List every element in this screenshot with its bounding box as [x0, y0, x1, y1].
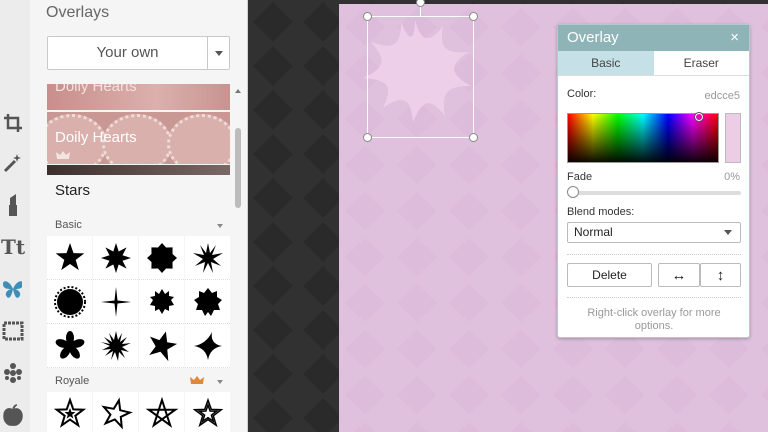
- blend-mode-value: Normal: [574, 225, 613, 239]
- color-swatch: [725, 113, 741, 163]
- overlay-library-list[interactable]: Doily Hearts Doily Hearts Stars Basic Ro…: [47, 84, 230, 432]
- group-header-basic[interactable]: Basic: [47, 218, 230, 234]
- texture-icon[interactable]: [0, 358, 26, 388]
- section-title-stars: Stars: [55, 182, 91, 199]
- star-outline-royale[interactable]: [185, 392, 230, 432]
- fade-slider[interactable]: [571, 191, 741, 195]
- resize-handle-top-left[interactable]: [363, 12, 372, 21]
- flip-vertical-button[interactable]: ↕: [700, 263, 741, 287]
- text-icon[interactable]: Tt: [0, 232, 26, 262]
- divider: [567, 297, 741, 298]
- flip-horizontal-button[interactable]: ↔: [658, 263, 700, 287]
- tab-basic[interactable]: Basic: [558, 51, 654, 75]
- crown-icon: [190, 376, 204, 384]
- star-round-seal[interactable]: [47, 280, 92, 324]
- overlays-panel: Overlays Your own Doily Hearts Doily Hea…: [30, 0, 248, 432]
- blend-label: Blend modes:: [567, 206, 635, 218]
- source-select[interactable]: Your own: [47, 36, 230, 70]
- resize-handle-top-right[interactable]: [469, 12, 478, 21]
- crown-icon: [56, 151, 70, 159]
- thumbnail-label: Doily Hearts: [55, 84, 137, 95]
- crop-icon[interactable]: [0, 108, 26, 138]
- overlay-dialog: Overlay × Basic Eraser Color: edcce5 Fad…: [557, 24, 750, 338]
- divider: [567, 254, 741, 255]
- fade-slider-handle[interactable]: [567, 186, 579, 198]
- delete-button[interactable]: Delete: [567, 263, 652, 287]
- overlay-thumbnail[interactable]: Doily Hearts: [47, 84, 230, 110]
- chevron-down-icon[interactable]: [207, 37, 229, 69]
- chevron-down-icon: [724, 230, 732, 235]
- scallop-decoration: [167, 114, 230, 164]
- overlay-selection-box[interactable]: [363, 0, 478, 142]
- star-16-point[interactable]: [93, 324, 138, 368]
- group-header-royale[interactable]: Royale: [47, 374, 230, 390]
- star-burst-thin[interactable]: [185, 236, 230, 280]
- star-pinwheel[interactable]: [139, 324, 184, 368]
- color-picker-handle[interactable]: [694, 112, 704, 122]
- chevron-down-icon[interactable]: [217, 224, 223, 228]
- panel-title: Overlays: [46, 4, 110, 21]
- resize-handle-bottom-left[interactable]: [363, 133, 372, 142]
- frame-icon[interactable]: [0, 316, 26, 346]
- color-hex-value: edcce5: [704, 90, 740, 102]
- overlay-thumbnail[interactable]: [47, 165, 230, 175]
- star-grid-royale: [47, 392, 230, 432]
- tab-eraser[interactable]: Eraser: [654, 51, 750, 75]
- scroll-up-icon[interactable]: [235, 89, 241, 93]
- lipstick-icon[interactable]: [0, 190, 26, 220]
- fade-label: Fade: [567, 171, 593, 183]
- dialog-header[interactable]: Overlay ×: [558, 25, 749, 51]
- color-spectrum[interactable]: [567, 112, 719, 163]
- thumbnail-label: Doily Hearts: [55, 129, 137, 146]
- library-scrollbar[interactable]: [235, 86, 241, 432]
- star-flower[interactable]: [47, 324, 92, 368]
- source-select-label: Your own: [96, 44, 159, 61]
- magic-wand-icon[interactable]: [0, 148, 26, 178]
- group-label: Basic: [55, 219, 82, 231]
- scrollbar-thumb[interactable]: [235, 128, 241, 208]
- star-4-point-curved[interactable]: [185, 324, 230, 368]
- star-seal[interactable]: [139, 236, 184, 280]
- color-label: Color:: [567, 88, 597, 100]
- star-outline-royale[interactable]: [139, 392, 184, 432]
- tool-rail: Tt: [0, 0, 30, 432]
- dialog-hint: Right-click overlay for more options.: [587, 307, 721, 332]
- star-8-point[interactable]: [93, 236, 138, 280]
- dialog-title: Overlay: [567, 29, 619, 46]
- star-outline-royale[interactable]: [47, 392, 92, 432]
- resize-handle-bottom-right[interactable]: [469, 133, 478, 142]
- star-outline-royale[interactable]: [93, 392, 138, 432]
- star-12-point[interactable]: [139, 280, 184, 324]
- apple-icon[interactable]: [0, 400, 26, 430]
- group-label: Royale: [55, 375, 90, 387]
- star-grid-basic: [47, 236, 230, 368]
- fade-value: 0%: [724, 171, 740, 183]
- chevron-down-icon[interactable]: [217, 380, 223, 384]
- star-4-point-sparkle[interactable]: [93, 280, 138, 324]
- overlay-thumbnail-doily-hearts[interactable]: Doily Hearts: [47, 112, 230, 164]
- dialog-tabs: Basic Eraser: [558, 51, 749, 76]
- blend-mode-select[interactable]: Normal: [567, 222, 741, 243]
- star-10-point[interactable]: [185, 280, 230, 324]
- close-icon[interactable]: ×: [730, 25, 739, 51]
- star-5-point[interactable]: [47, 236, 92, 280]
- active-tool-pointer: [22, 279, 31, 303]
